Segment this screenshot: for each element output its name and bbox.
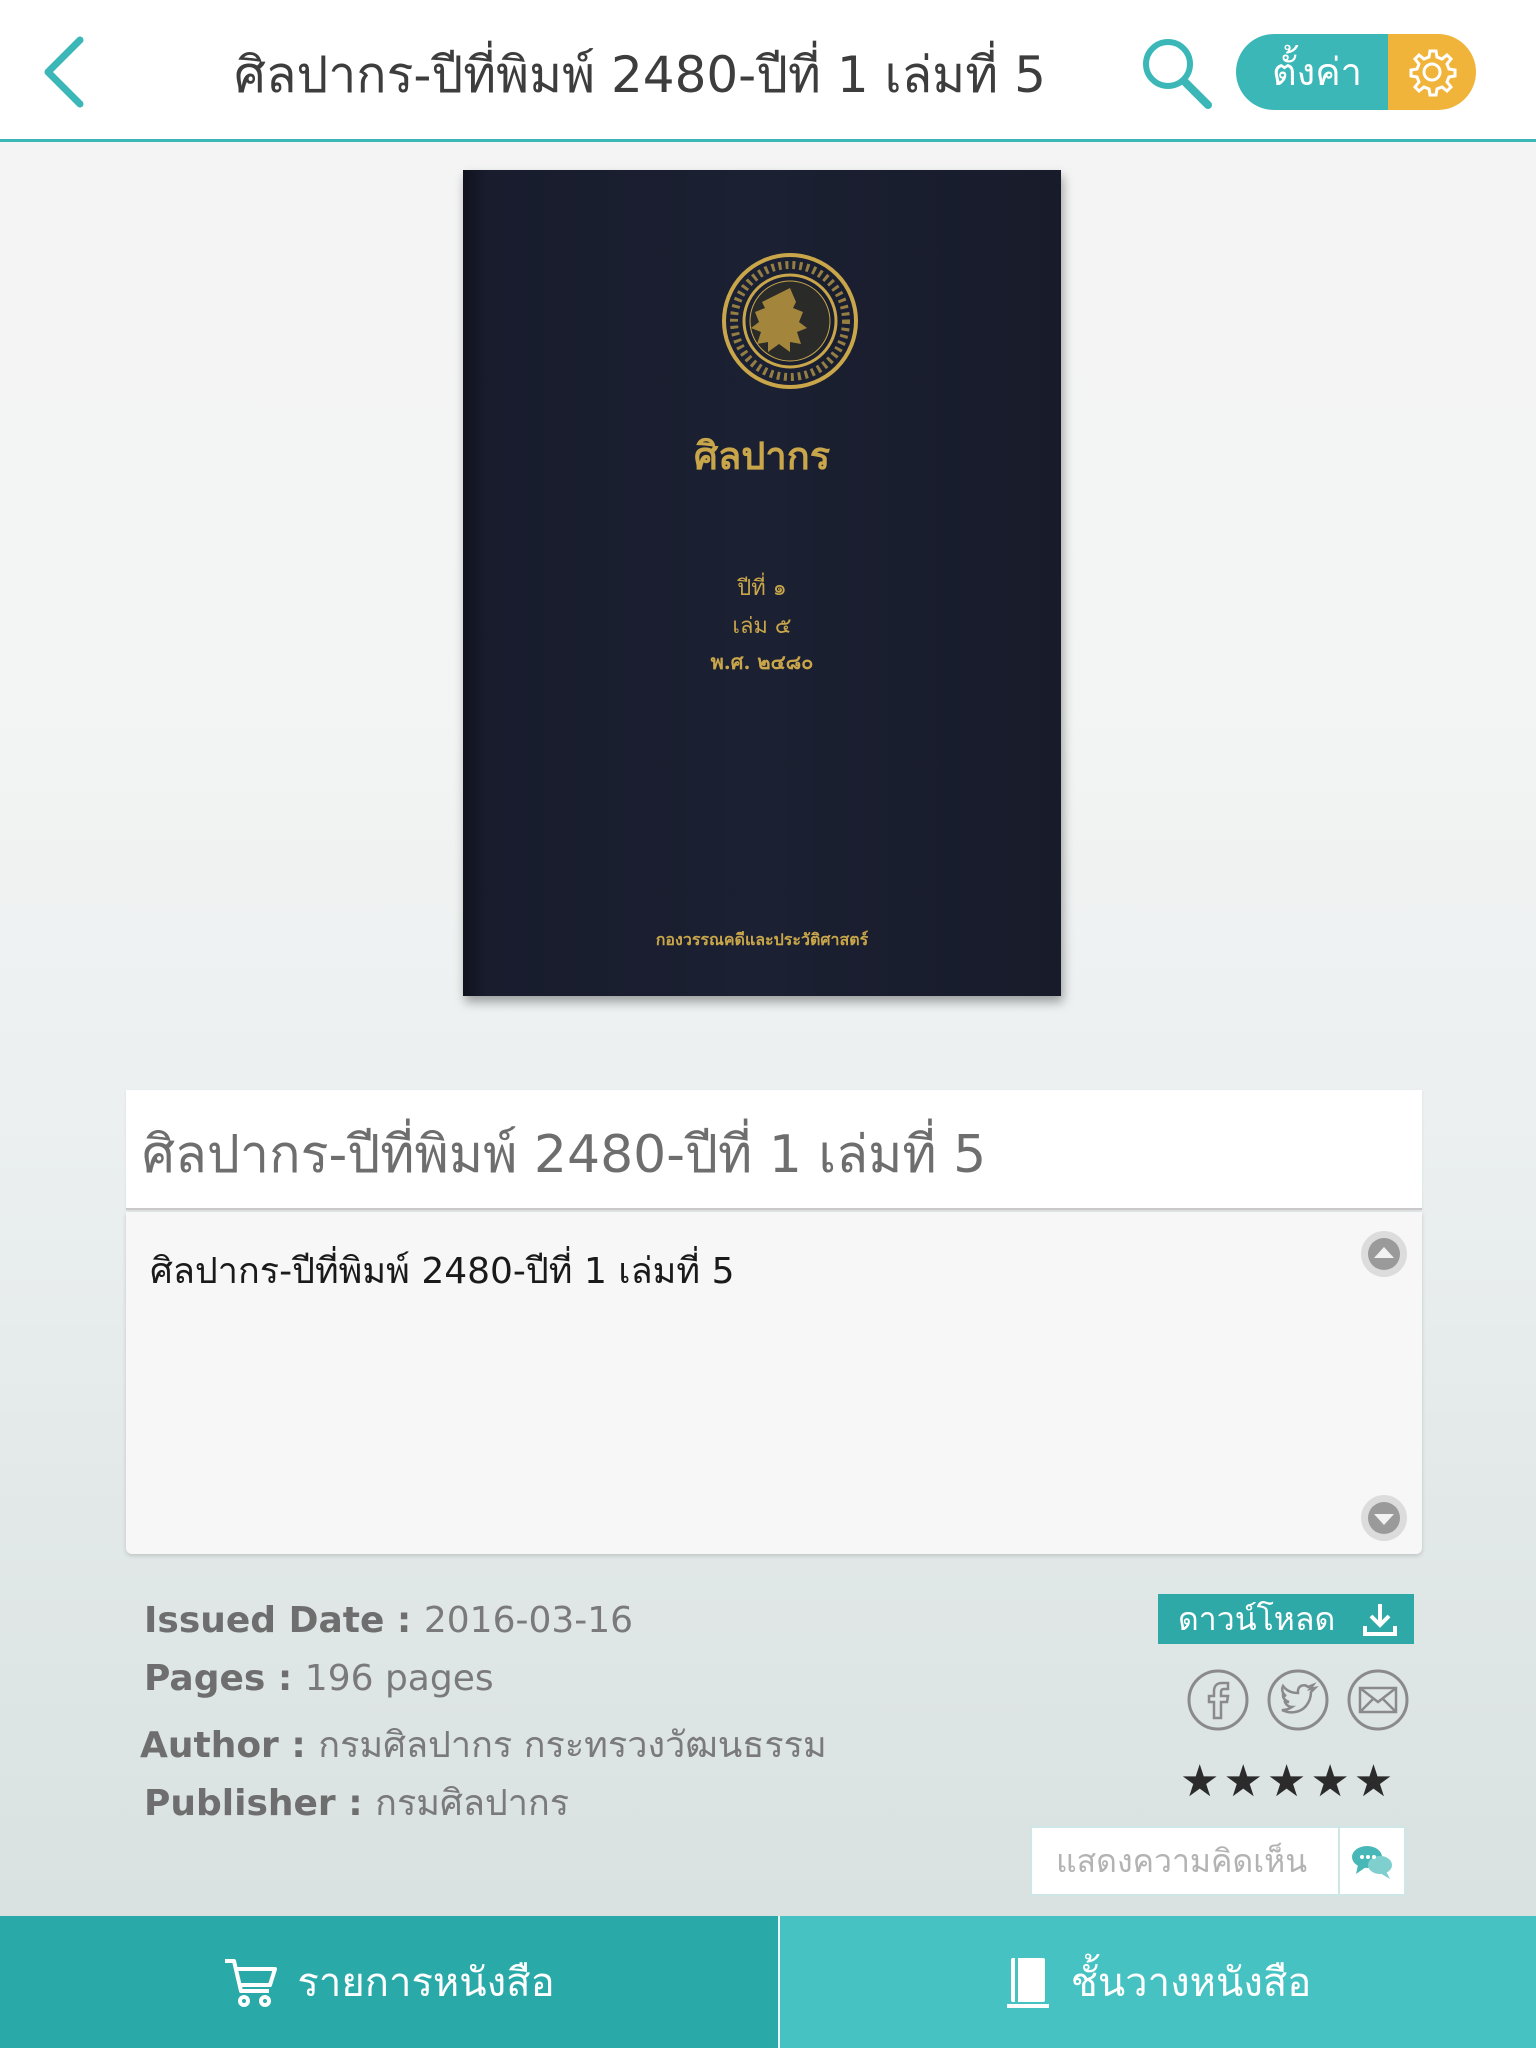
scroll-down-button[interactable] [1360, 1494, 1408, 1542]
download-label: ดาวน์โหลด [1178, 1600, 1336, 1638]
seal-emblem [722, 253, 858, 389]
tab-catalog-label: รายการหนังสือ [297, 1960, 555, 2006]
cover-title: ศิลปากร [693, 433, 831, 478]
cover-footer: กองวรรณคดีและประวัติศาสตร์ [655, 930, 869, 949]
issued-date-value: 2016-03-16 [423, 1600, 634, 1641]
publisher-label: Publisher : [144, 1783, 376, 1824]
page-title: ศิลปากร-ปีที่พิมพ์ 2480-ปีที่ 1 เล่มที่ … [234, 46, 1046, 104]
download-button[interactable]: ดาวน์โหลด [1158, 1594, 1414, 1644]
tab-shelf-label: ชั้นวางหนังสือ [1070, 1960, 1312, 2006]
publisher-value: กรมศิลปากร [375, 1783, 570, 1824]
author-row: Author : กรมศิลปากร กระทรวงวัฒนธรรม [140, 1716, 827, 1773]
gear-icon [1388, 34, 1476, 110]
settings-button[interactable]: ตั้งค่า [1236, 34, 1476, 110]
chevron-up-circle-icon [1361, 1231, 1407, 1277]
chevron-left-icon [44, 36, 84, 108]
tab-shelf[interactable]: ชั้นวางหนังสือ [778, 1916, 1536, 2048]
search-button[interactable] [1138, 32, 1214, 112]
mail-icon[interactable] [1346, 1668, 1410, 1732]
book-title-box: ศิลปากร-ปีที่พิมพ์ 2480-ปีที่ 1 เล่มที่ … [126, 1090, 1422, 1210]
issued-date-row: Issued Date : 2016-03-16 [144, 1600, 633, 1641]
pages-row: Pages : 196 pages [144, 1658, 494, 1699]
pages-value: 196 pages [304, 1658, 494, 1699]
author-value: กรมศิลปากร กระทรวงวัฒนธรรม [318, 1725, 827, 1766]
comment-box [1030, 1826, 1406, 1896]
tab-catalog[interactable]: รายการหนังสือ [0, 1916, 778, 2048]
twitter-icon[interactable] [1266, 1668, 1330, 1732]
rating-stars[interactable]: ★★★★★ [1180, 1756, 1397, 1807]
comment-button[interactable] [1338, 1828, 1404, 1894]
pages-label: Pages : [144, 1658, 305, 1699]
download-icon [1363, 1604, 1397, 1636]
cover-year: ปีที่ ๑ [737, 576, 787, 601]
book-cover[interactable]: ศิลปากร ปีที่ ๑ เล่ม ๕ พ.ศ. ๒๔๘๐ กองวรรณ… [463, 170, 1061, 996]
chat-bubbles-icon [1352, 1846, 1392, 1879]
cart-icon [225, 1959, 278, 2007]
scroll-up-button[interactable] [1360, 1230, 1408, 1278]
facebook-icon[interactable] [1186, 1668, 1250, 1732]
book-title: ศิลปากร-ปีที่พิมพ์ 2480-ปีที่ 1 เล่มที่ … [142, 1125, 987, 1185]
comment-input[interactable] [1032, 1828, 1338, 1894]
cover-volume: เล่ม ๕ [732, 614, 792, 639]
search-icon [1143, 39, 1212, 109]
book-description: ศิลปากร-ปีที่พิมพ์ 2480-ปีที่ 1 เล่มที่ … [150, 1251, 735, 1292]
back-button[interactable] [38, 32, 98, 112]
top-bar: ศิลปากร-ปีที่พิมพ์ 2480-ปีที่ 1 เล่มที่ … [0, 0, 1536, 142]
chevron-down-circle-icon [1361, 1495, 1407, 1541]
author-label: Author : [140, 1725, 319, 1766]
book-icon [1006, 1958, 1049, 2008]
issued-date-label: Issued Date : [144, 1600, 424, 1641]
settings-label: ตั้งค่า [1236, 34, 1388, 110]
description-box[interactable]: ศิลปากร-ปีที่พิมพ์ 2480-ปีที่ 1 เล่มที่ … [126, 1212, 1422, 1554]
cover-date: พ.ศ. ๒๔๘๐ [710, 650, 814, 674]
publisher-row: Publisher : กรมศิลปากร [144, 1774, 569, 1831]
bottom-tab-bar: รายการหนังสือ ชั้นวางหนังสือ [0, 1916, 1536, 2048]
